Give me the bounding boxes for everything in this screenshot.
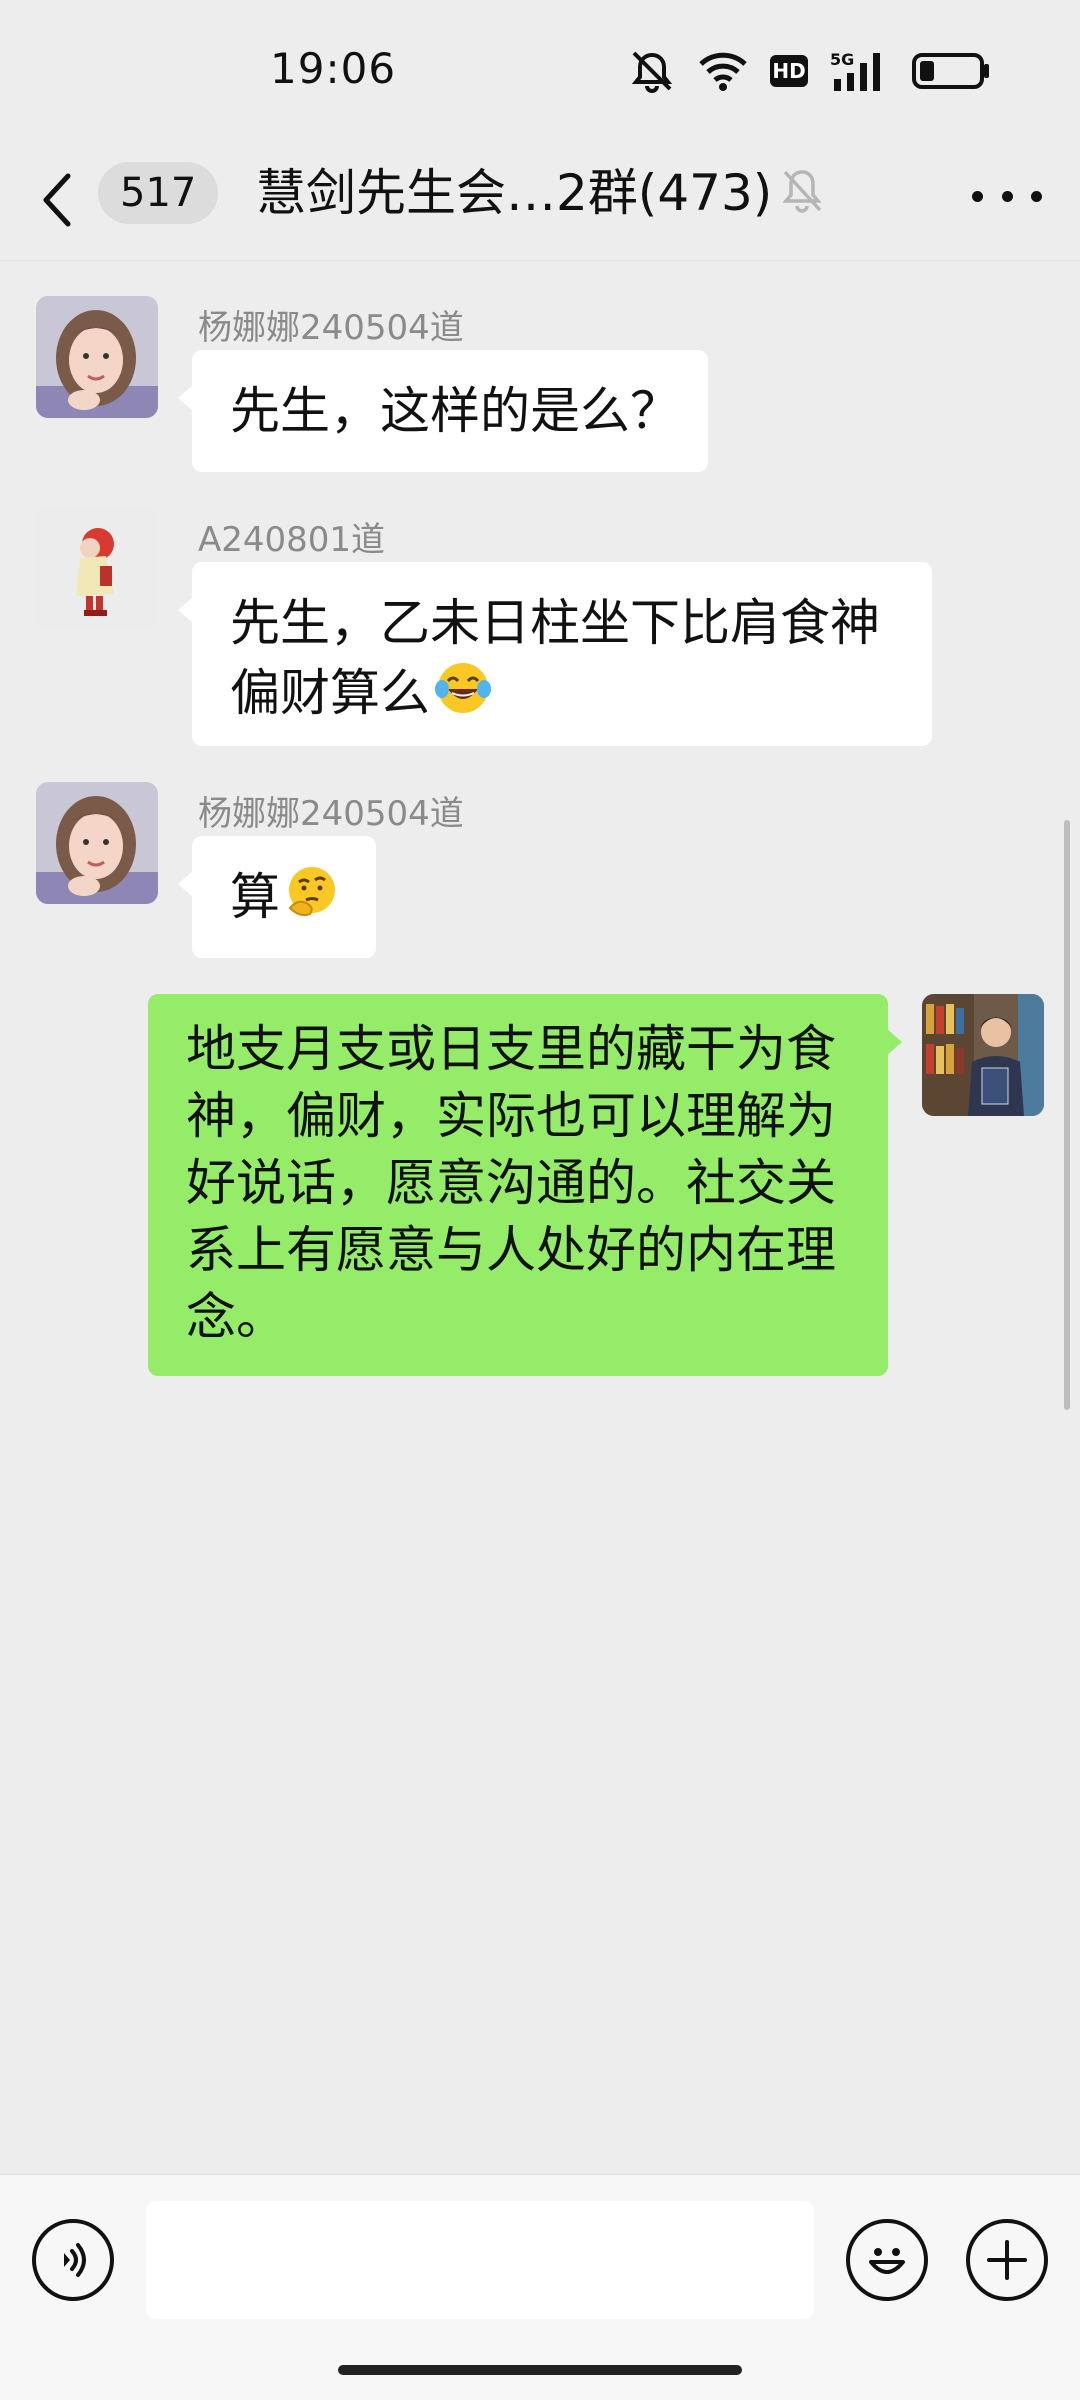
message-bubble[interactable]: 算	[178, 836, 376, 958]
chat-screen: 19:06 HD 5G 517 慧剑先生会…2群(473) 杨娜娜240504道…	[0, 0, 1080, 2400]
mute-bell-icon	[631, 51, 673, 93]
thinking-emoji	[284, 864, 340, 938]
chat-title[interactable]: 慧剑先生会…2群(473)	[256, 158, 772, 228]
input-bar	[0, 2174, 1080, 2400]
avatar[interactable]	[36, 782, 158, 904]
battery-icon	[912, 53, 989, 89]
avatar[interactable]	[922, 994, 1044, 1116]
voice-button[interactable]	[32, 2219, 114, 2301]
header-divider	[0, 260, 1080, 261]
message-text-line: 神，偏财，实际也可以理解为	[186, 1087, 836, 1145]
message-bubble[interactable]: 先生，这样的是么？	[178, 350, 708, 472]
message-bubble[interactable]: 先生，乙未日柱坐下比肩食神 偏财算么	[178, 562, 932, 746]
emoji-button[interactable]	[846, 2219, 928, 2301]
message-text: 先生，这样的是么？	[230, 382, 680, 440]
more-dots-icon	[972, 190, 983, 202]
home-indicator[interactable]	[338, 2365, 742, 2375]
chevron-left-icon	[43, 173, 71, 227]
network-label: 5G	[830, 50, 854, 69]
message-text-line: 系上有愿意与人处好的内在理	[186, 1221, 836, 1279]
chat-header: 517 慧剑先生会…2群(473)	[0, 140, 1080, 260]
chat-scrollbar[interactable]	[1064, 820, 1070, 1410]
message-bubble-outgoing[interactable]: 地支月支或日支里的藏干为食 神，偏财，实际也可以理解为 好说话，愿意沟通的。社交…	[148, 994, 902, 1376]
more-button[interactable]	[972, 166, 1042, 226]
unread-count-badge[interactable]: 517	[98, 162, 219, 224]
status-time: 19:06	[270, 44, 397, 93]
message-text-line: 先生，乙未日柱坐下比肩食神	[230, 594, 880, 652]
back-button[interactable]	[40, 162, 90, 238]
bell-muted-icon	[780, 166, 824, 220]
battery-level	[920, 61, 934, 81]
sender-name: 杨娜娜240504道	[198, 794, 464, 834]
message-text: 算	[230, 868, 280, 926]
voice-input-icon	[64, 2243, 86, 2277]
signal-5g-icon: 5G	[830, 50, 880, 91]
tears-of-joy-emoji	[434, 659, 492, 735]
message-text-line: 念。	[186, 1288, 286, 1346]
wifi-icon	[699, 52, 747, 91]
status-bar: 19:06 HD 5G	[0, 0, 1080, 140]
message-text-line: 好说话，愿意沟通的。社交关	[186, 1154, 836, 1212]
avatar[interactable]	[36, 508, 158, 630]
avatar[interactable]	[36, 296, 158, 418]
hd-icon: HD	[770, 55, 808, 87]
woman-portrait-avatar	[36, 296, 158, 418]
sender-name: A240801道	[198, 520, 386, 560]
smiley-icon	[869, 2248, 905, 2274]
sender-name: 杨娜娜240504道	[198, 308, 464, 348]
message-input[interactable]	[146, 2201, 814, 2319]
plus-icon	[987, 2240, 1027, 2280]
man-with-book-avatar	[922, 994, 1044, 1116]
status-icons: HD 5G	[628, 46, 990, 96]
message-text-line: 偏财算么	[230, 664, 430, 722]
message-text-line: 地支月支或日支里的藏干为食	[186, 1020, 836, 1078]
woman-portrait-avatar	[36, 782, 158, 904]
cartoon-figure-avatar	[36, 508, 158, 630]
plus-button[interactable]	[966, 2219, 1048, 2301]
